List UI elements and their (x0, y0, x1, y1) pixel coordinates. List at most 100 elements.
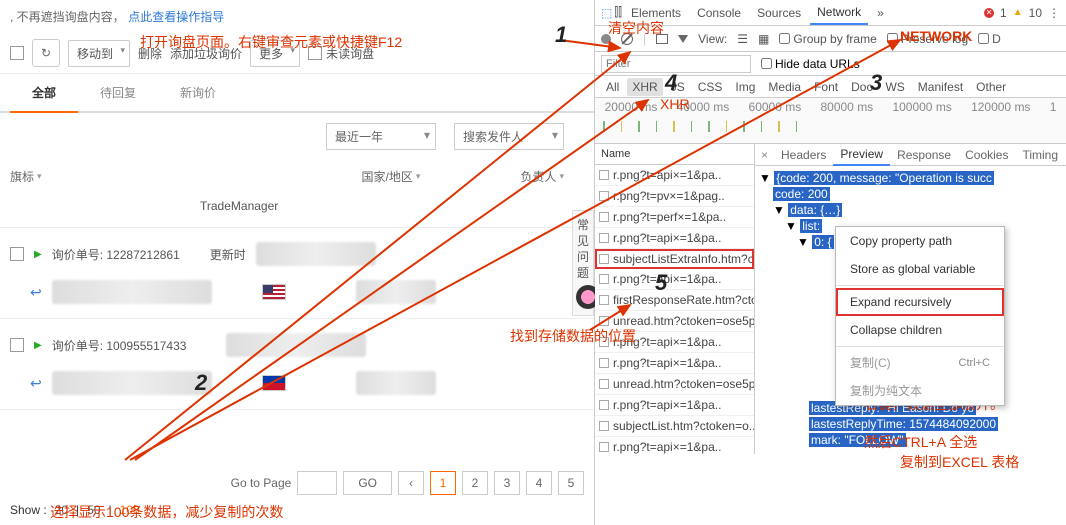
inquiry-panel: , 不再遮挡询盘内容， 点此查看操作指导 ↻ 移动到 删除 添加垃圾询价 更多 … (0, 0, 595, 525)
goto-label: Go to Page (231, 476, 292, 490)
tab-pending[interactable]: 待回复 (78, 74, 158, 111)
flag-ph-icon (262, 375, 286, 391)
json-preview[interactable]: ▼ {code: 200, message: "Operation is suc… (755, 166, 1066, 454)
request-row[interactable]: subjectList.htm?ctoken=o.. (595, 416, 754, 437)
cm-store-global[interactable]: Store as global variable (836, 255, 1004, 283)
filter-icon[interactable] (678, 35, 688, 43)
refresh-button[interactable]: ↻ (32, 39, 60, 67)
delete-button[interactable]: 删除 (138, 45, 162, 62)
notice-link[interactable]: 点此查看操作指导 (128, 10, 224, 24)
clear-icon[interactable] (621, 33, 633, 45)
request-row[interactable]: r.png?t=api×=1&pa.. (595, 269, 754, 290)
error-badge[interactable]: ✕ (984, 8, 994, 18)
device-icon[interactable]: ⫿⫿ (614, 5, 622, 20)
tab-elements[interactable]: Elements (624, 2, 688, 24)
view-grid-icon[interactable]: ▦ (758, 32, 769, 46)
request-row[interactable]: r.png?t=perf×=1&pa.. (595, 207, 754, 228)
add-spam-button[interactable]: 添加垃圾询价 (170, 45, 242, 62)
inquiry-row[interactable]: ▶ 询价单号: 12287212861 更新时 ↩ (0, 228, 594, 319)
dtab-headers[interactable]: Headers (774, 145, 833, 165)
filter-font[interactable]: Font (809, 78, 843, 96)
group-by-frame[interactable]: Group by frame (779, 32, 876, 46)
view-list-icon[interactable]: ☰ (737, 32, 748, 46)
blurred-content (256, 242, 376, 266)
tab-sources[interactable]: Sources (750, 2, 808, 24)
move-to-dropdown[interactable]: 移动到 (68, 40, 130, 67)
blurred-content (356, 280, 436, 304)
request-row[interactable]: firstResponseRate.htm?cto.. (595, 290, 754, 311)
request-row[interactable]: r.png?t=api×=1&pa.. (595, 332, 754, 353)
row-checkbox[interactable] (10, 338, 24, 352)
request-row[interactable]: r.png?t=api×=1&pa.. (595, 228, 754, 249)
page-5[interactable]: 5 (558, 471, 584, 495)
screenshot-icon[interactable] (656, 34, 668, 44)
cm-expand-recursively[interactable]: Expand recursively (836, 288, 1004, 316)
unread-filter[interactable]: 未读询盘 (308, 45, 374, 62)
go-button[interactable]: GO (343, 471, 392, 495)
page-2[interactable]: 2 (462, 471, 488, 495)
dtab-response[interactable]: Response (890, 145, 958, 165)
inspect-icon[interactable]: ⬚ (601, 6, 612, 20)
filter-img[interactable]: Img (730, 78, 760, 96)
dtab-timing[interactable]: Timing (1015, 145, 1065, 165)
tick: 120000 ms (971, 100, 1030, 114)
filter-js[interactable]: JS (666, 78, 690, 96)
name-header[interactable]: Name (595, 144, 754, 165)
request-row[interactable]: unread.htm?ctoken=ose5p.. (595, 311, 754, 332)
country-header[interactable]: 国家/地区 (362, 168, 421, 185)
devtools-menu-icon[interactable]: ⋮ (1048, 6, 1060, 20)
request-row[interactable]: r.png?t=api×=1&pa.. (595, 165, 754, 186)
request-row[interactable]: subjectListExtraInfo.htm?c (595, 249, 754, 269)
inquiry-row[interactable]: ▶ 询价单号: 100955517433 ↩ (0, 319, 594, 410)
page-3[interactable]: 3 (494, 471, 520, 495)
page-size-20[interactable]: 20 (55, 503, 68, 517)
flag-header[interactable]: 旗标 (10, 168, 42, 185)
filter-css[interactable]: CSS (693, 78, 728, 96)
search-sender-select[interactable]: 搜索发件人 (454, 123, 564, 150)
request-row[interactable]: r.png?t=api×=1&pa.. (595, 437, 754, 454)
page-size-100[interactable]: 100 (120, 503, 140, 517)
filter-manifest[interactable]: Manifest (913, 78, 968, 96)
warning-count: 10 (1029, 6, 1042, 20)
tab-all[interactable]: 全部 (10, 74, 78, 113)
owner-header[interactable]: 负责人 (520, 168, 564, 185)
filter-ws[interactable]: WS (880, 78, 909, 96)
filter-other[interactable]: Other (971, 78, 1011, 96)
cm-copy[interactable]: 复制(C)Ctrl+C (836, 349, 1004, 377)
cm-collapse[interactable]: Collapse children (836, 316, 1004, 344)
cm-copy-path[interactable]: Copy property path (836, 227, 1004, 255)
record-icon[interactable] (601, 34, 611, 44)
request-row[interactable]: unread.htm?ctoken=ose5p.. (595, 374, 754, 395)
filter-xhr[interactable]: XHR (627, 78, 662, 96)
cm-copy-as-text[interactable]: 复制为纯文本 (836, 377, 1004, 405)
help-sidebar[interactable]: 常见问题 (572, 210, 594, 316)
filter-doc[interactable]: Doc (846, 78, 877, 96)
tab-more[interactable]: » (870, 2, 891, 24)
request-row[interactable]: r.png?t=pv×=1&pag.. (595, 186, 754, 207)
page-size-50[interactable]: 50 (87, 503, 100, 517)
tab-console[interactable]: Console (690, 2, 748, 24)
close-detail-icon[interactable]: × (755, 148, 774, 162)
network-timeline[interactable]: 20000 ms 40000 ms 60000 ms 80000 ms 1000… (595, 98, 1066, 144)
tab-network[interactable]: Network (810, 1, 868, 25)
disable-cache[interactable]: D (978, 32, 1001, 46)
more-dropdown[interactable]: 更多 (250, 40, 300, 67)
filter-media[interactable]: Media (763, 78, 806, 96)
prev-page[interactable]: ‹ (398, 471, 424, 495)
time-range-select[interactable]: 最近一年 (326, 123, 436, 150)
preserve-log[interactable]: Preserve log (887, 32, 968, 46)
select-all-checkbox[interactable] (10, 46, 24, 60)
request-row[interactable]: r.png?t=api×=1&pa.. (595, 395, 754, 416)
dtab-cookies[interactable]: Cookies (958, 145, 1015, 165)
request-row[interactable]: r.png?t=api×=1&pa.. (595, 353, 754, 374)
dtab-preview[interactable]: Preview (833, 144, 890, 166)
hide-data-urls[interactable]: Hide data URLs (761, 57, 860, 71)
filter-input[interactable] (601, 55, 751, 73)
row-checkbox[interactable] (10, 247, 24, 261)
filter-all[interactable]: All (601, 78, 624, 96)
page-4[interactable]: 4 (526, 471, 552, 495)
page-input[interactable] (297, 471, 337, 495)
warning-icon[interactable]: ▲ (1013, 7, 1023, 18)
tab-new[interactable]: 新询价 (158, 74, 238, 111)
page-1[interactable]: 1 (430, 471, 456, 495)
